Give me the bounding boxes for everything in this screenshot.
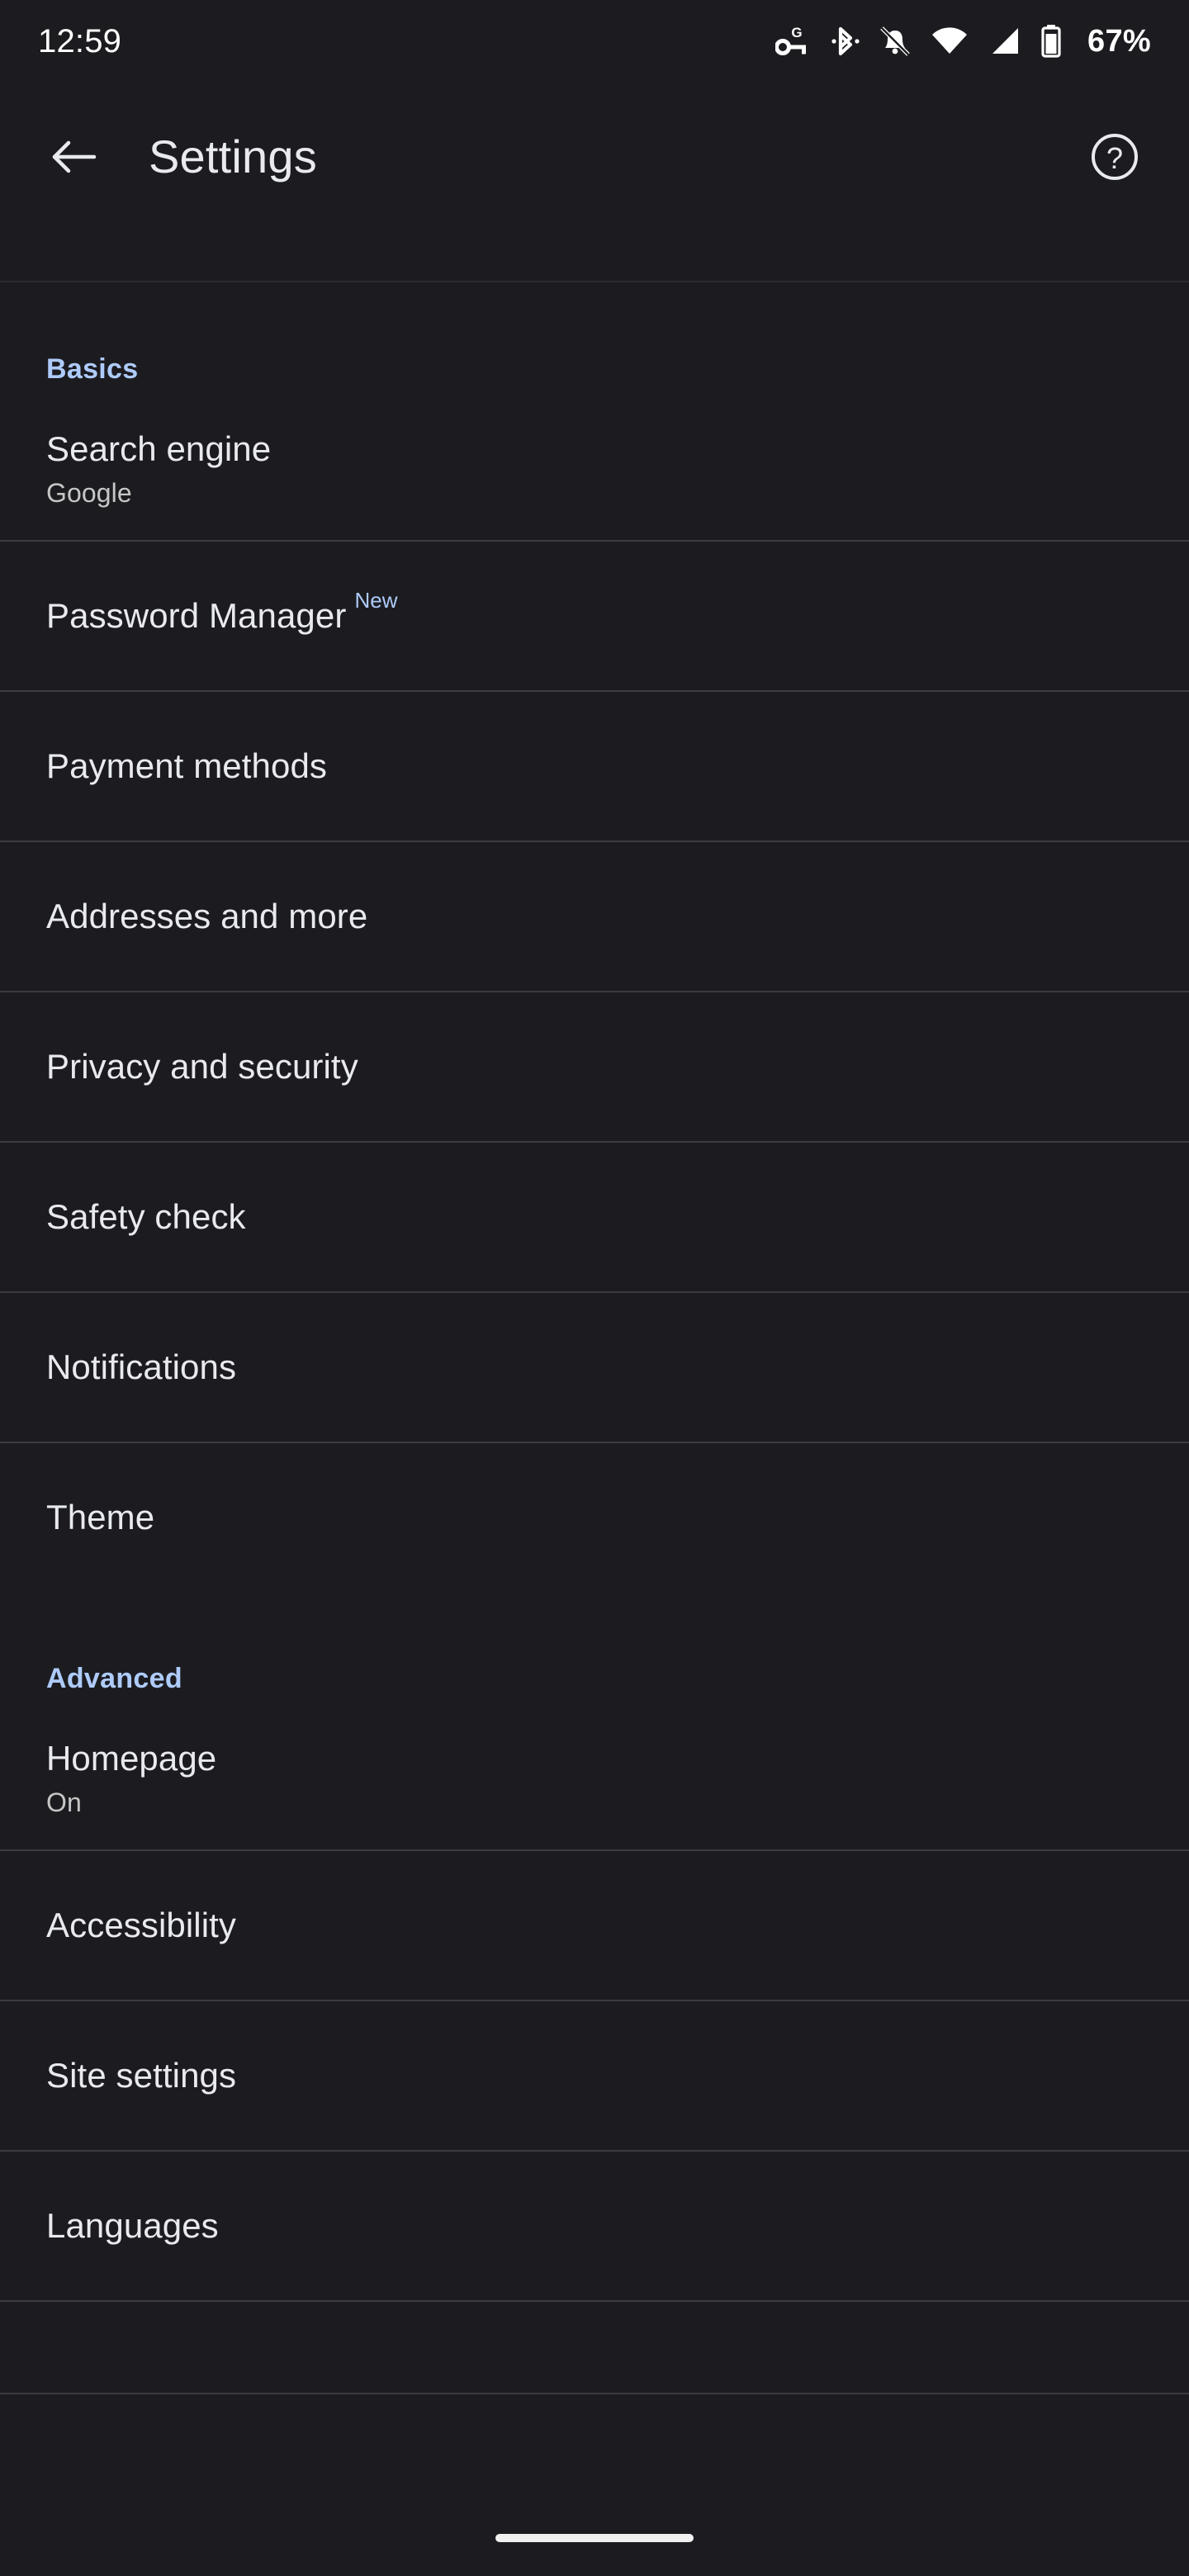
settings-item-label: Privacy and security: [46, 1047, 358, 1087]
row-title-wrap: Privacy and security: [46, 1047, 1143, 1086]
settings-item-label: Payment methods: [46, 746, 328, 786]
settings-item-subtitle: On: [46, 1788, 82, 1818]
help-circle-icon: ?: [1092, 134, 1138, 180]
bluetooth-icon: [831, 26, 860, 56]
row-title-wrap: Safety check: [46, 1197, 1143, 1236]
back-button[interactable]: [35, 117, 114, 197]
settings-item-label: Homepage: [46, 1739, 217, 1778]
settings-item-languages[interactable]: Languages: [0, 2152, 1189, 2300]
row-title-wrap: Accessibility: [46, 1906, 1143, 1944]
section-header-label: Basics: [46, 353, 139, 385]
settings-item-label: Theme: [46, 1498, 155, 1537]
settings-item-label: Safety check: [46, 1197, 246, 1237]
notifications-muted-icon: [880, 26, 910, 56]
settings-item-site-settings[interactable]: Site settings: [0, 2001, 1189, 2150]
settings-item-theme[interactable]: Theme: [0, 1443, 1189, 1592]
row-title-wrap: Theme: [46, 1498, 1143, 1537]
home-gesture-pill[interactable]: [495, 2534, 694, 2542]
system-navigation-bar: [0, 2500, 1189, 2576]
settings-item-homepage[interactable]: Homepage On: [0, 1707, 1189, 1849]
settings-item-password-manager[interactable]: Password Manager New: [0, 542, 1189, 690]
section-header-advanced: Advanced: [0, 1592, 1189, 1707]
battery-percent-label: 67%: [1087, 23, 1151, 59]
row-title-wrap: Site settings: [46, 2056, 1143, 2095]
cellular-signal-icon: [992, 28, 1019, 54]
svg-text:?: ?: [1106, 141, 1123, 175]
settings-item-notifications[interactable]: Notifications: [0, 1293, 1189, 1442]
settings-item-safety-check[interactable]: Safety check: [0, 1143, 1189, 1291]
help-button[interactable]: ?: [1075, 117, 1154, 197]
row-title-wrap: Notifications: [46, 1347, 1143, 1386]
battery-icon: [1041, 25, 1061, 58]
new-badge: New: [354, 588, 398, 613]
settings-list: Basics Search engine Google Password Man…: [0, 282, 1189, 2576]
svg-text:G: G: [791, 25, 802, 40]
row-title-wrap: Payment methods: [46, 746, 1143, 785]
row-title-wrap: Languages: [46, 2206, 1143, 2245]
settings-screen: 12:59 G 67% Settings ? Basics Search eng…: [0, 0, 1189, 2576]
status-clock: 12:59: [38, 23, 122, 59]
settings-item-label: Addresses and more: [46, 897, 368, 936]
list-divider: [0, 2393, 1189, 2394]
settings-item-addresses-and-more[interactable]: Addresses and more: [0, 842, 1189, 991]
settings-item-label: Password Manager: [46, 596, 347, 636]
section-header-label: Advanced: [46, 1663, 182, 1694]
section-header-basics: Basics: [0, 282, 1189, 398]
settings-item-label: Site settings: [46, 2056, 237, 2095]
wifi-icon: [932, 27, 968, 54]
settings-item-search-engine[interactable]: Search engine Google: [0, 398, 1189, 540]
settings-item-subtitle: Google: [46, 478, 132, 509]
page-title: Settings: [149, 130, 317, 182]
settings-item-label: Accessibility: [46, 1906, 237, 1945]
status-bar: 12:59 G 67%: [0, 0, 1189, 83]
settings-item-label: Languages: [46, 2206, 219, 2246]
status-bar-icons: G 67%: [775, 23, 1151, 59]
row-title-wrap: Addresses and more: [46, 897, 1143, 935]
settings-item-accessibility[interactable]: Accessibility: [0, 1851, 1189, 2000]
settings-item-payment-methods[interactable]: Payment methods: [0, 692, 1189, 841]
settings-item-privacy-and-security[interactable]: Privacy and security: [0, 992, 1189, 1141]
back-arrow-icon: [52, 140, 97, 173]
google-password-key-icon: G: [775, 25, 807, 55]
row-title-wrap: Homepage: [46, 1739, 1143, 1778]
app-bar: Settings ?: [0, 83, 1189, 231]
row-title-wrap: Password Manager New: [46, 590, 1143, 636]
settings-item-label: Search engine: [46, 429, 272, 469]
row-title-wrap: Search engine: [46, 429, 1143, 468]
settings-item-label: Notifications: [46, 1347, 237, 1387]
settings-item-partial-offscreen[interactable]: [0, 2302, 1189, 2393]
